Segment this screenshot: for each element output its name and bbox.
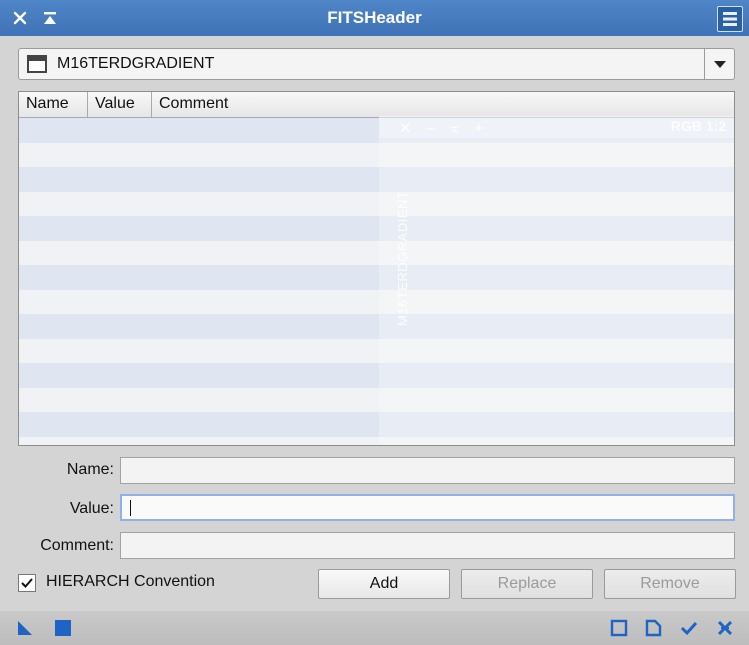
table-header: Name Value Comment [19, 92, 734, 118]
column-header-name[interactable]: Name [19, 92, 88, 117]
background-window-controls-icon: ✕–⌅+ [399, 120, 498, 137]
add-button[interactable]: Add [318, 569, 450, 599]
name-field[interactable] [120, 457, 735, 484]
keywords-table[interactable]: Name Value Comment ✕–⌅+ RGB 1:2 M16TERDG… [18, 91, 735, 446]
column-header-value[interactable]: Value [88, 92, 152, 117]
new-instance-icon[interactable] [16, 619, 34, 637]
background-window-zoom: RGB 1:2 [670, 118, 726, 134]
title-bar[interactable]: FITSHeader [0, 0, 749, 36]
hierarch-checkbox[interactable] [18, 574, 36, 592]
ok-check-icon[interactable] [680, 619, 698, 637]
bottom-toolbar [0, 611, 749, 645]
reset-icon[interactable] [644, 619, 662, 637]
browse-documentation-icon[interactable] [610, 619, 628, 637]
value-label: Value: [69, 500, 114, 517]
replace-button[interactable]: Replace [461, 569, 593, 599]
background-window-title: M16TERDGRADIENT [395, 190, 410, 326]
apply-global-icon[interactable] [54, 619, 72, 637]
window-title: FITSHeader [327, 8, 422, 27]
view-selector-value: M16TERDGRADIENT [57, 55, 215, 72]
column-header-comment[interactable]: Comment [152, 92, 734, 117]
hierarch-label: HIERARCH Convention [46, 573, 215, 590]
background-image-window: ✕–⌅+ RGB 1:2 M16TERDGRADIENT [379, 116, 734, 445]
cancel-icon[interactable] [716, 619, 734, 637]
menu-icon[interactable] [717, 6, 743, 32]
comment-label: Comment: [40, 537, 114, 554]
fitsheader-window: FITSHeader M16TERDGRADIENT Name Value Co… [0, 0, 749, 645]
text-caret [130, 500, 131, 516]
value-field[interactable] [120, 494, 735, 521]
remove-button[interactable]: Remove [604, 569, 736, 599]
view-selector[interactable]: M16TERDGRADIENT [18, 48, 735, 80]
name-label: Name: [66, 461, 114, 478]
comment-field[interactable] [120, 532, 735, 559]
dropdown-button[interactable] [704, 49, 734, 79]
image-window-icon [27, 55, 47, 73]
